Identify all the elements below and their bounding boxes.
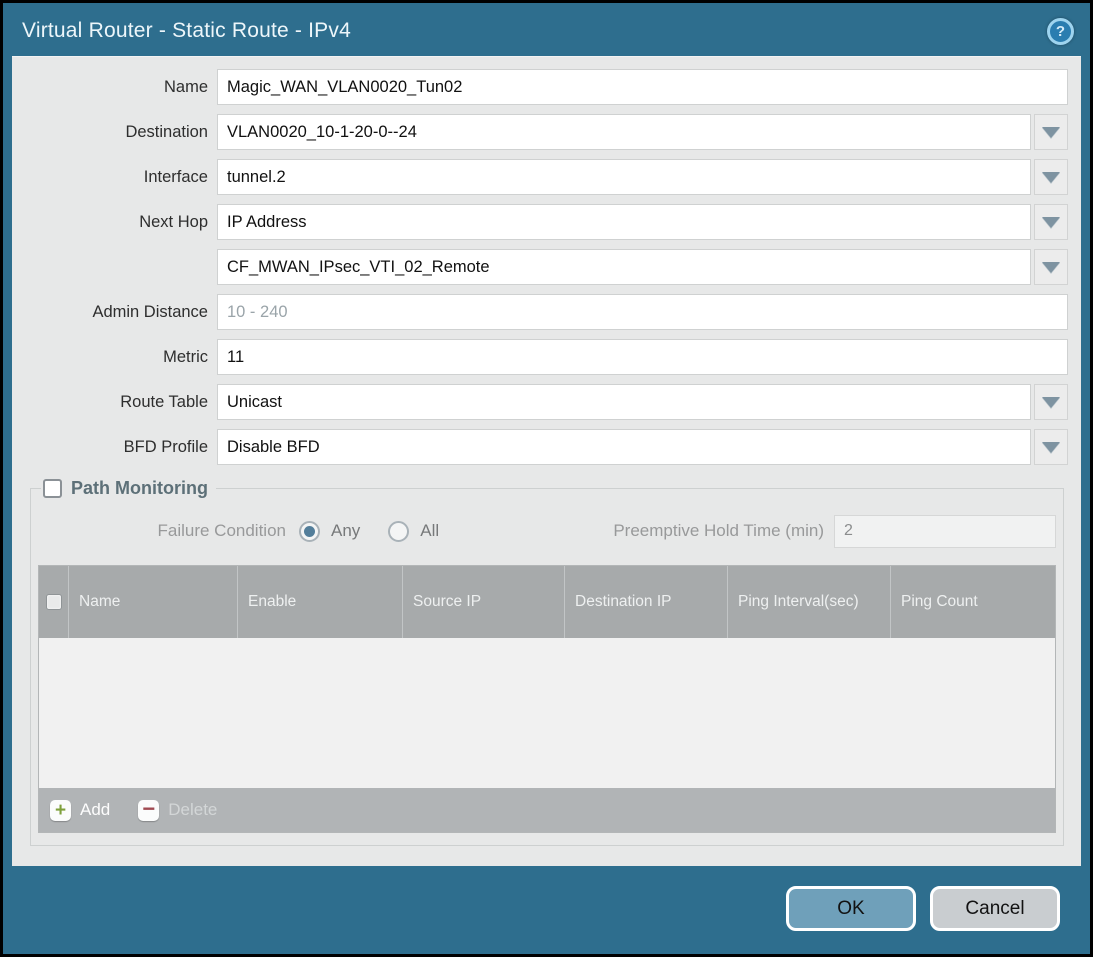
path-monitoring-legend: Path Monitoring: [41, 478, 216, 499]
interface-input[interactable]: [217, 159, 1031, 195]
delete-minus-icon: −: [138, 800, 159, 821]
route-table-input[interactable]: [217, 384, 1031, 420]
radio-all-label: All: [420, 521, 439, 541]
field-row-next-hop-value: [12, 249, 1068, 285]
next-hop-value-input-wrap: [217, 249, 1068, 285]
bfd-profile-dropdown-button[interactable]: [1034, 429, 1068, 465]
select-all-cell: [39, 566, 69, 638]
field-row-interface: Interface: [12, 159, 1068, 195]
route-table-input-wrap: [217, 384, 1068, 420]
admin-distance-input-wrap: [217, 294, 1068, 330]
admin-distance-input[interactable]: [217, 294, 1068, 330]
path-monitoring-title: Path Monitoring: [71, 478, 208, 499]
radio-any-label: Any: [331, 521, 360, 541]
column-header-destination-ip: Destination IP: [565, 566, 728, 638]
metric-input[interactable]: [217, 339, 1068, 375]
failure-condition-any-radio[interactable]: Any: [299, 521, 388, 542]
path-monitoring-section: Path Monitoring Failure Condition Any Al…: [30, 478, 1064, 846]
add-plus-icon: +: [50, 800, 71, 821]
interface-dropdown-button[interactable]: [1034, 159, 1068, 195]
failure-condition-all-radio[interactable]: All: [388, 521, 467, 542]
interface-input-wrap: [217, 159, 1068, 195]
destination-label: Destination: [12, 123, 217, 142]
next-hop-type-dropdown-button[interactable]: [1034, 204, 1068, 240]
failure-condition-label: Failure Condition: [38, 521, 286, 541]
interface-label: Interface: [12, 168, 217, 187]
delete-button-label: Delete: [168, 800, 217, 820]
static-route-dialog: Virtual Router - Static Route - IPv4 ? N…: [0, 0, 1093, 957]
field-row-route-table: Route Table: [12, 384, 1068, 420]
table-header-row: Name Enable Source IP Destination IP Pin…: [39, 566, 1055, 638]
destination-input-wrap: [217, 114, 1068, 150]
route-table-dropdown-button[interactable]: [1034, 384, 1068, 420]
cancel-button[interactable]: Cancel: [930, 886, 1060, 931]
ok-button[interactable]: OK: [786, 886, 916, 931]
destination-input[interactable]: [217, 114, 1031, 150]
column-header-source-ip: Source IP: [403, 566, 565, 638]
column-header-name: Name: [69, 566, 238, 638]
column-header-enable: Enable: [238, 566, 403, 638]
next-hop-input-wrap: [217, 204, 1068, 240]
next-hop-address-input[interactable]: [217, 249, 1031, 285]
field-row-metric: Metric: [12, 339, 1068, 375]
table-body-empty: [39, 638, 1055, 788]
name-label: Name: [12, 78, 217, 97]
admin-distance-label: Admin Distance: [12, 303, 217, 322]
next-hop-label: Next Hop: [12, 213, 217, 232]
bfd-profile-label: BFD Profile: [12, 438, 217, 457]
chevron-down-icon: [1042, 172, 1060, 183]
table-toolbar: + Add − Delete: [39, 788, 1055, 832]
delete-button[interactable]: − Delete: [138, 800, 217, 821]
path-monitoring-checkbox[interactable]: [43, 479, 62, 498]
bfd-profile-input-wrap: [217, 429, 1068, 465]
path-monitoring-table: Name Enable Source IP Destination IP Pin…: [38, 565, 1056, 833]
failure-condition-row: Failure Condition Any All Preemptive Hol…: [38, 513, 1056, 549]
dialog-content: Name Destination Interface: [12, 56, 1081, 866]
preemptive-hold-time-input[interactable]: [834, 515, 1056, 548]
name-input[interactable]: [217, 69, 1068, 105]
chevron-down-icon: [1042, 442, 1060, 453]
add-button-label: Add: [80, 800, 110, 820]
titlebar: Virtual Router - Static Route - IPv4 ?: [3, 3, 1090, 55]
field-row-admin-distance: Admin Distance: [12, 294, 1068, 330]
help-icon[interactable]: ?: [1047, 18, 1074, 45]
chevron-down-icon: [1042, 262, 1060, 273]
dialog-footer: OK Cancel: [786, 886, 1060, 931]
next-hop-address-dropdown-button[interactable]: [1034, 249, 1068, 285]
static-route-form: Name Destination Interface: [12, 57, 1081, 465]
field-row-bfd-profile: BFD Profile: [12, 429, 1068, 465]
name-input-wrap: [217, 69, 1068, 105]
chevron-down-icon: [1042, 217, 1060, 228]
column-header-ping-interval: Ping Interval(sec): [728, 566, 891, 638]
chevron-down-icon: [1042, 397, 1060, 408]
next-hop-type-input[interactable]: [217, 204, 1031, 240]
radio-selected-icon: [299, 521, 320, 542]
add-button[interactable]: + Add: [50, 800, 110, 821]
field-row-name: Name: [12, 69, 1068, 105]
field-row-next-hop: Next Hop: [12, 204, 1068, 240]
select-all-checkbox[interactable]: [46, 594, 62, 610]
route-table-label: Route Table: [12, 393, 217, 412]
field-row-destination: Destination: [12, 114, 1068, 150]
bfd-profile-input[interactable]: [217, 429, 1031, 465]
radio-unselected-icon: [388, 521, 409, 542]
preemptive-hold-time-label: Preemptive Hold Time (min): [613, 521, 824, 541]
metric-label: Metric: [12, 348, 217, 367]
dialog-title: Virtual Router - Static Route - IPv4: [22, 19, 351, 43]
destination-dropdown-button[interactable]: [1034, 114, 1068, 150]
chevron-down-icon: [1042, 127, 1060, 138]
column-header-ping-count: Ping Count: [891, 566, 1055, 638]
metric-input-wrap: [217, 339, 1068, 375]
